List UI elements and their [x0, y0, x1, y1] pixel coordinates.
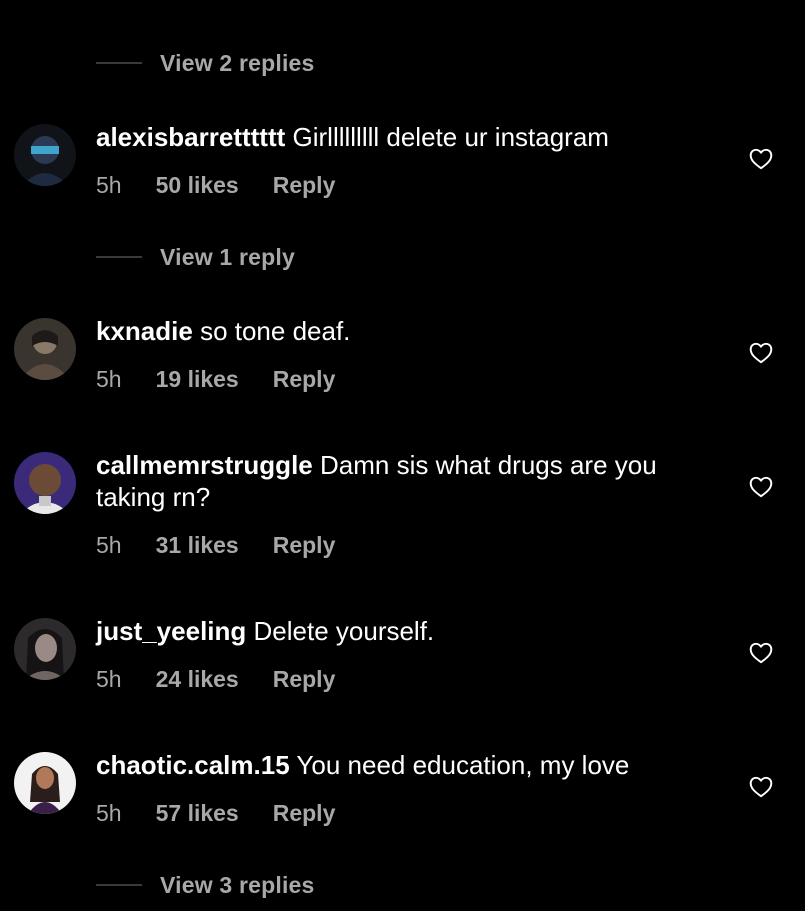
- view-replies-button[interactable]: View 3 replies: [96, 870, 315, 900]
- comment-text: callmemrstruggle Damn sis what drugs are…: [96, 449, 716, 513]
- comment-meta: 5h 50 likes Reply: [96, 170, 335, 200]
- comment-likes[interactable]: 19 likes: [156, 366, 239, 393]
- view-replies-button[interactable]: View 1 reply: [96, 242, 295, 272]
- reply-thread-line: [96, 62, 142, 64]
- comment-meta: 5h 24 likes Reply: [96, 664, 335, 694]
- comment-text: chaotic.calm.15 You need education, my l…: [96, 749, 716, 781]
- comment-likes[interactable]: 57 likes: [156, 800, 239, 827]
- comment-username[interactable]: alexisbarretttttt: [96, 122, 285, 152]
- heart-icon[interactable]: [748, 146, 774, 172]
- comment-body: You need education, my love: [296, 750, 630, 780]
- view-replies-label[interactable]: View 1 reply: [160, 244, 295, 271]
- comment-likes[interactable]: 24 likes: [156, 666, 239, 693]
- avatar[interactable]: [14, 124, 76, 186]
- avatar[interactable]: [14, 618, 76, 680]
- comment-body: so tone deaf.: [200, 316, 351, 346]
- comment-body: Girlllllllll delete ur instagram: [292, 122, 609, 152]
- comment-text: kxnadie so tone deaf.: [96, 315, 716, 347]
- comment-meta: 5h 31 likes Reply: [96, 530, 335, 560]
- heart-icon[interactable]: [748, 640, 774, 666]
- comment-username[interactable]: chaotic.calm.15: [96, 750, 290, 780]
- comment-text: just_yeeling Delete yourself.: [96, 615, 716, 647]
- reply-button[interactable]: Reply: [273, 366, 336, 393]
- reply-button[interactable]: Reply: [273, 666, 336, 693]
- view-replies-button[interactable]: View 2 replies: [96, 48, 315, 78]
- reply-thread-line: [96, 256, 142, 258]
- reply-thread-line: [96, 884, 142, 886]
- avatar[interactable]: [14, 318, 76, 380]
- comment-time: 5h: [96, 665, 122, 692]
- comment-time: 5h: [96, 799, 122, 826]
- comment-time: 5h: [96, 365, 122, 392]
- heart-icon[interactable]: [748, 774, 774, 800]
- comment-username[interactable]: callmemrstruggle: [96, 450, 313, 480]
- avatar[interactable]: [14, 452, 76, 514]
- avatar[interactable]: [14, 752, 76, 814]
- comment-username[interactable]: just_yeeling: [96, 616, 246, 646]
- heart-icon[interactable]: [748, 474, 774, 500]
- reply-button[interactable]: Reply: [273, 800, 336, 827]
- comment-meta: 5h 57 likes Reply: [96, 798, 335, 828]
- comment-time: 5h: [96, 531, 122, 558]
- reply-button[interactable]: Reply: [273, 532, 336, 559]
- cut-off-reply-line: [300, 0, 350, 2]
- comment-time: 5h: [96, 171, 122, 198]
- view-replies-label[interactable]: View 2 replies: [160, 50, 315, 77]
- heart-icon[interactable]: [748, 340, 774, 366]
- reply-button[interactable]: Reply: [273, 172, 336, 199]
- comment-text: alexisbarretttttt Girlllllllll delete ur…: [96, 121, 716, 153]
- comment-likes[interactable]: 50 likes: [156, 172, 239, 199]
- comment-meta: 5h 19 likes Reply: [96, 364, 335, 394]
- comment-username[interactable]: kxnadie: [96, 316, 193, 346]
- comment-likes[interactable]: 31 likes: [156, 532, 239, 559]
- comment-body: Delete yourself.: [253, 616, 435, 646]
- view-replies-label[interactable]: View 3 replies: [160, 872, 315, 899]
